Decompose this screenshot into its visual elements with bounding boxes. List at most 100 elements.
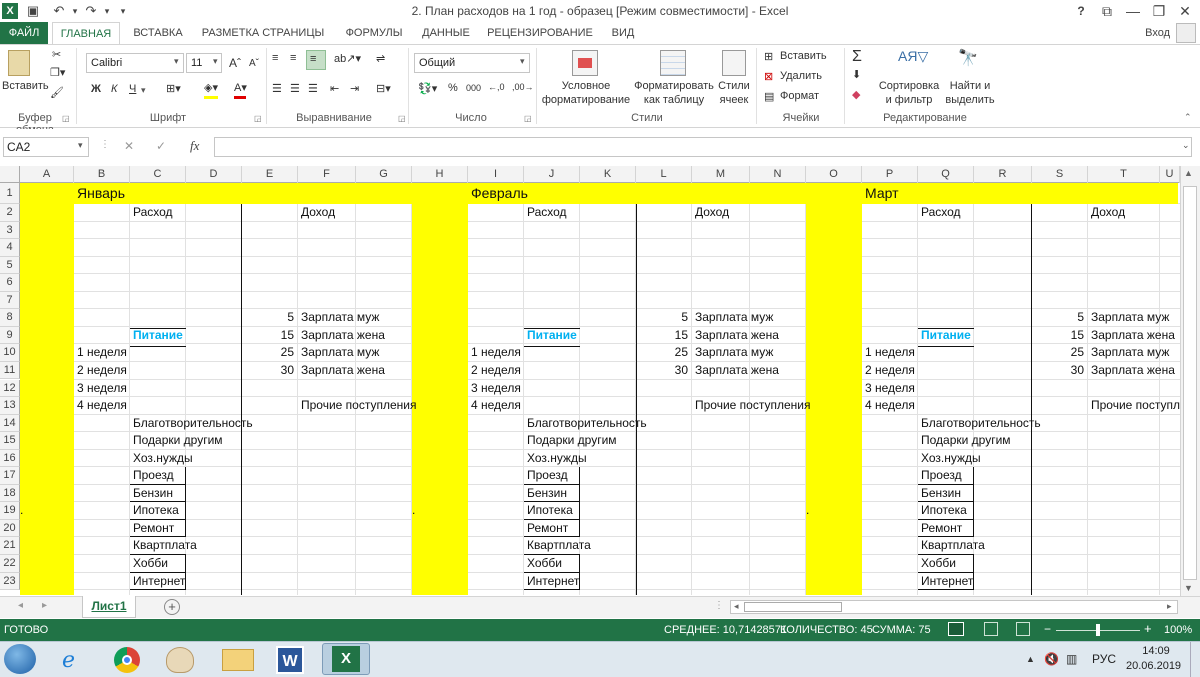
row-header-16[interactable]: 16	[0, 449, 20, 468]
expense-item-1-january[interactable]: Благотворительность	[130, 415, 253, 432]
sound-muted-icon[interactable]: 🔇	[1044, 652, 1059, 666]
column-header-j[interactable]: J	[524, 166, 580, 183]
sort-filter-label-1[interactable]: Сортировка	[878, 80, 940, 92]
fill-icon[interactable]: ⬇	[852, 68, 861, 81]
tab-home[interactable]: ГЛАВНАЯ	[52, 22, 120, 44]
ribbon-display-icon[interactable]: ⧉	[1094, 1, 1120, 21]
paste-icon[interactable]	[8, 50, 30, 76]
row-header-1[interactable]: 1	[0, 183, 20, 204]
expense-item-9-january[interactable]: Хобби	[130, 555, 168, 572]
conditional-formatting-label-2[interactable]: форматирование	[540, 94, 632, 106]
align-top-icon[interactable]: ≡	[272, 52, 278, 64]
select-all-button[interactable]	[0, 166, 20, 183]
show-desktop-button[interactable]	[1190, 642, 1200, 677]
week-1-february[interactable]: 1 неделя	[468, 344, 521, 361]
currency-icon[interactable]: 💱▾	[418, 82, 437, 95]
zoom-slider-thumb[interactable]	[1096, 624, 1100, 636]
income-header-january[interactable]: Доход	[298, 204, 335, 221]
column-header-o[interactable]: O	[806, 166, 862, 183]
enter-formula-button[interactable]: ✓	[156, 139, 166, 153]
row-header-7[interactable]: 7	[0, 291, 20, 310]
cell-styles-label-1[interactable]: Стили	[712, 80, 756, 92]
increase-decimal-icon[interactable]: ←,0	[488, 82, 505, 92]
income-date-1-february[interactable]: 5	[636, 309, 692, 326]
row-header-5[interactable]: 5	[0, 256, 20, 275]
row-header-12[interactable]: 12	[0, 379, 20, 398]
row-header-11[interactable]: 11	[0, 361, 20, 380]
income-date-4-march[interactable]: 30	[1032, 362, 1088, 379]
income-date-2-march[interactable]: 15	[1032, 327, 1088, 344]
row-header-19[interactable]: 19	[0, 502, 20, 520]
help-button[interactable]: ?	[1068, 1, 1094, 21]
thousands-icon[interactable]: 000	[466, 83, 481, 93]
sheet-tab-list1[interactable]: Лист1	[82, 596, 136, 618]
month-title-march[interactable]: Март	[862, 185, 899, 202]
network-icon[interactable]: ▥	[1066, 652, 1077, 666]
page-break-view-icon[interactable]	[1016, 622, 1030, 636]
row-header-4[interactable]: 4	[0, 239, 20, 257]
expense-item-6-february[interactable]: Ипотека	[524, 502, 573, 519]
row-header-13[interactable]: 13	[0, 397, 20, 415]
column-header-p[interactable]: P	[862, 166, 918, 183]
expense-item-2-march[interactable]: Подарки другим	[918, 432, 1011, 449]
zoom-level[interactable]: 100%	[1164, 624, 1192, 636]
sum-status[interactable]: СУММА: 75	[872, 624, 931, 636]
sort-filter-icon[interactable]: AЯ▽	[898, 48, 928, 65]
prev-sheet-icon[interactable]: ◂	[18, 600, 23, 611]
wrap-text-icon[interactable]: ⇌	[376, 52, 385, 65]
minimize-button[interactable]: —	[1120, 1, 1146, 21]
format-painter-icon[interactable]: 🖌	[50, 86, 64, 99]
row-header-3[interactable]: 3	[0, 221, 20, 240]
tab-file[interactable]: ФАЙЛ	[0, 22, 48, 44]
format-cells-icon[interactable]: ▤	[764, 90, 774, 103]
other-income-january[interactable]: Прочие поступления	[298, 397, 416, 414]
expense-item-7-february[interactable]: Ремонт	[524, 520, 568, 537]
row-header-2[interactable]: 2	[0, 204, 20, 222]
column-header-b[interactable]: B	[74, 166, 130, 183]
week-1-january[interactable]: 1 неделя	[74, 344, 127, 361]
count-status[interactable]: КОЛИЧЕСТВО: 45	[780, 624, 873, 636]
income-item-1-february[interactable]: Зарплата муж	[692, 309, 773, 326]
font-name-dropdown-icon[interactable]: ▾	[174, 56, 179, 67]
row-header-15[interactable]: 15	[0, 432, 20, 450]
expense-item-2-february[interactable]: Подарки другим	[524, 432, 617, 449]
tab-data[interactable]: ДАННЫЕ	[416, 22, 476, 44]
delete-cells-button[interactable]: Удалить	[780, 70, 822, 82]
row-header-20[interactable]: 20	[0, 519, 20, 538]
tab-insert[interactable]: ВСТАВКА	[126, 22, 190, 44]
increase-indent-icon[interactable]: ⇥	[350, 82, 359, 95]
column-header-a[interactable]: A	[20, 166, 74, 183]
income-item-4-march[interactable]: Зарплата жена	[1088, 362, 1175, 379]
cell-styles-icon[interactable]	[722, 50, 746, 76]
font-name-select[interactable]: Calibri	[86, 53, 184, 73]
language-indicator[interactable]: РУС	[1092, 652, 1116, 666]
week-2-february[interactable]: 2 неделя	[468, 362, 521, 379]
week-4-january[interactable]: 4 неделя	[74, 397, 127, 414]
income-item-4-january[interactable]: Зарплата жена	[298, 362, 385, 379]
close-button[interactable]: ✕	[1172, 1, 1198, 21]
marker-dot-january[interactable]: .	[20, 502, 23, 519]
income-item-3-march[interactable]: Зарплата муж	[1088, 344, 1169, 361]
row-header-23[interactable]: 23	[0, 572, 20, 591]
tab-view[interactable]: ВИД	[604, 22, 642, 44]
tab-review[interactable]: РЕЦЕНЗИРОВАНИЕ	[482, 22, 598, 44]
copy-icon[interactable]: ❐▾	[50, 66, 65, 79]
insert-cells-button[interactable]: Вставить	[780, 50, 827, 62]
column-header-m[interactable]: M	[692, 166, 750, 183]
income-header-march[interactable]: Доход	[1088, 204, 1125, 221]
expense-item-8-february[interactable]: Квартплата	[524, 537, 591, 554]
percent-icon[interactable]: %	[448, 82, 458, 94]
row-header-6[interactable]: 6	[0, 274, 20, 292]
page-layout-view-icon[interactable]	[984, 622, 998, 636]
name-box[interactable]: CA2	[3, 137, 89, 157]
expense-item-7-march[interactable]: Ремонт	[918, 520, 962, 537]
number-format-select[interactable]: Общий	[414, 53, 530, 73]
expense-item-9-march[interactable]: Хобби	[918, 555, 956, 572]
number-format-dropdown-icon[interactable]: ▾	[520, 56, 525, 67]
delete-cells-icon[interactable]: ⊠	[764, 70, 773, 83]
expense-item-7-january[interactable]: Ремонт	[130, 520, 174, 537]
food-label-january[interactable]: Питание	[130, 327, 183, 344]
start-button-icon[interactable]	[4, 644, 36, 674]
week-3-february[interactable]: 3 неделя	[468, 380, 521, 397]
sort-filter-label-2[interactable]: и фильтр	[878, 94, 940, 106]
